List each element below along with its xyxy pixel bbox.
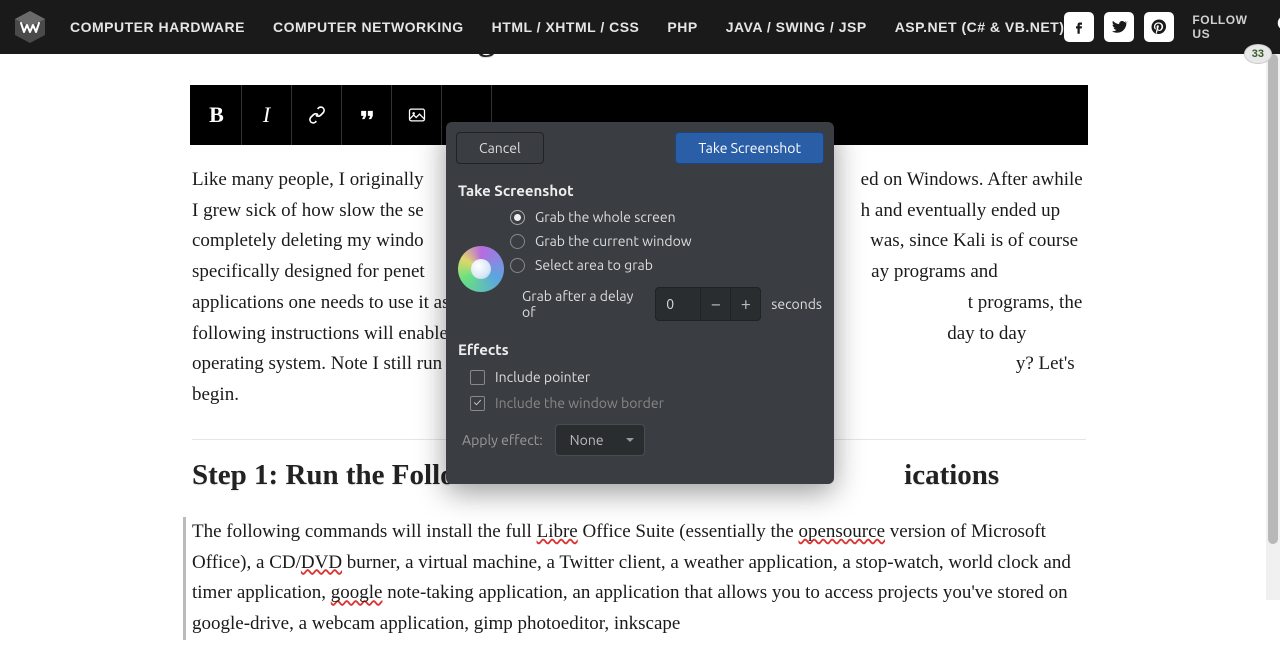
notification-badge[interactable]: 33 bbox=[1244, 44, 1272, 64]
apply-effect-select[interactable]: None bbox=[555, 424, 645, 456]
delay-increment[interactable]: + bbox=[730, 287, 760, 321]
image-button[interactable] bbox=[392, 85, 442, 145]
nav-aspnet[interactable]: ASP.NET (C# & VB.NET) bbox=[895, 19, 1065, 35]
page-scrollbar[interactable] bbox=[1266, 0, 1280, 600]
text: Like many people, I originally bbox=[192, 169, 424, 190]
italic-button[interactable]: I bbox=[242, 85, 292, 145]
facebook-icon[interactable] bbox=[1064, 12, 1094, 42]
text: The following commands will install the … bbox=[192, 521, 537, 542]
spellcheck-word[interactable]: Libre bbox=[537, 521, 578, 542]
nav-computer-networking[interactable]: COMPUTER NETWORKING bbox=[273, 19, 464, 35]
text: Office Suite (essentially the bbox=[578, 521, 799, 542]
article-paragraph[interactable]: The following commands will install the … bbox=[183, 517, 1086, 640]
scrollbar-thumb[interactable] bbox=[1268, 54, 1278, 544]
option-label: Grab the whole screen bbox=[535, 209, 676, 225]
screenshot-app-icon bbox=[458, 246, 504, 292]
pinterest-icon[interactable] bbox=[1144, 12, 1174, 42]
checkbox-include-pointer[interactable] bbox=[470, 370, 485, 385]
delay-decrement[interactable]: − bbox=[700, 287, 730, 321]
delay-spinner: − + bbox=[655, 287, 761, 321]
quote-button[interactable] bbox=[342, 85, 392, 145]
nav-java[interactable]: JAVA / SWING / JSP bbox=[726, 19, 867, 35]
radio-current-window[interactable] bbox=[510, 234, 525, 249]
radio-select-area[interactable] bbox=[510, 258, 525, 273]
link-button[interactable] bbox=[292, 85, 342, 145]
spellcheck-word[interactable]: DVD bbox=[301, 552, 342, 573]
cancel-button[interactable]: Cancel bbox=[456, 132, 544, 164]
nav-computer-hardware[interactable]: COMPUTER HARDWARE bbox=[70, 19, 245, 35]
delay-label-pre: Grab after a delay of bbox=[522, 288, 645, 320]
site-logo[interactable] bbox=[12, 9, 48, 45]
select-value: None bbox=[570, 432, 604, 448]
text: Step 1: Run the Follo bbox=[192, 459, 455, 491]
delay-input[interactable] bbox=[656, 296, 700, 312]
checkbox-label: Include pointer bbox=[495, 369, 590, 385]
spellcheck-word[interactable]: google bbox=[331, 582, 383, 603]
option-label: Select area to grab bbox=[535, 257, 653, 273]
follow-us-label: FOLLOW US bbox=[1192, 13, 1247, 41]
nav-php[interactable]: PHP bbox=[667, 19, 697, 35]
section-effects: Effects bbox=[446, 327, 834, 364]
bold-button[interactable]: B bbox=[192, 85, 242, 145]
checkbox-label: Include the window border bbox=[495, 395, 664, 411]
option-label: Grab the current window bbox=[535, 233, 692, 249]
take-screenshot-button[interactable]: Take Screenshot bbox=[675, 132, 824, 164]
apply-effect-label: Apply effect: bbox=[462, 432, 543, 448]
checkbox-include-border: ✓ bbox=[470, 396, 485, 411]
nav-html-css[interactable]: HTML / XHTML / CSS bbox=[492, 19, 640, 35]
screenshot-dialog: Cancel Take Screenshot Take Screenshot G… bbox=[446, 122, 834, 484]
text: ications bbox=[904, 459, 999, 491]
radio-whole-screen[interactable] bbox=[510, 210, 525, 225]
spellcheck-word[interactable]: opensource bbox=[798, 521, 885, 542]
section-take-screenshot: Take Screenshot bbox=[446, 168, 834, 205]
twitter-icon[interactable] bbox=[1104, 12, 1134, 42]
search-icon[interactable] bbox=[1275, 13, 1280, 42]
delay-label-post: seconds bbox=[771, 296, 822, 312]
